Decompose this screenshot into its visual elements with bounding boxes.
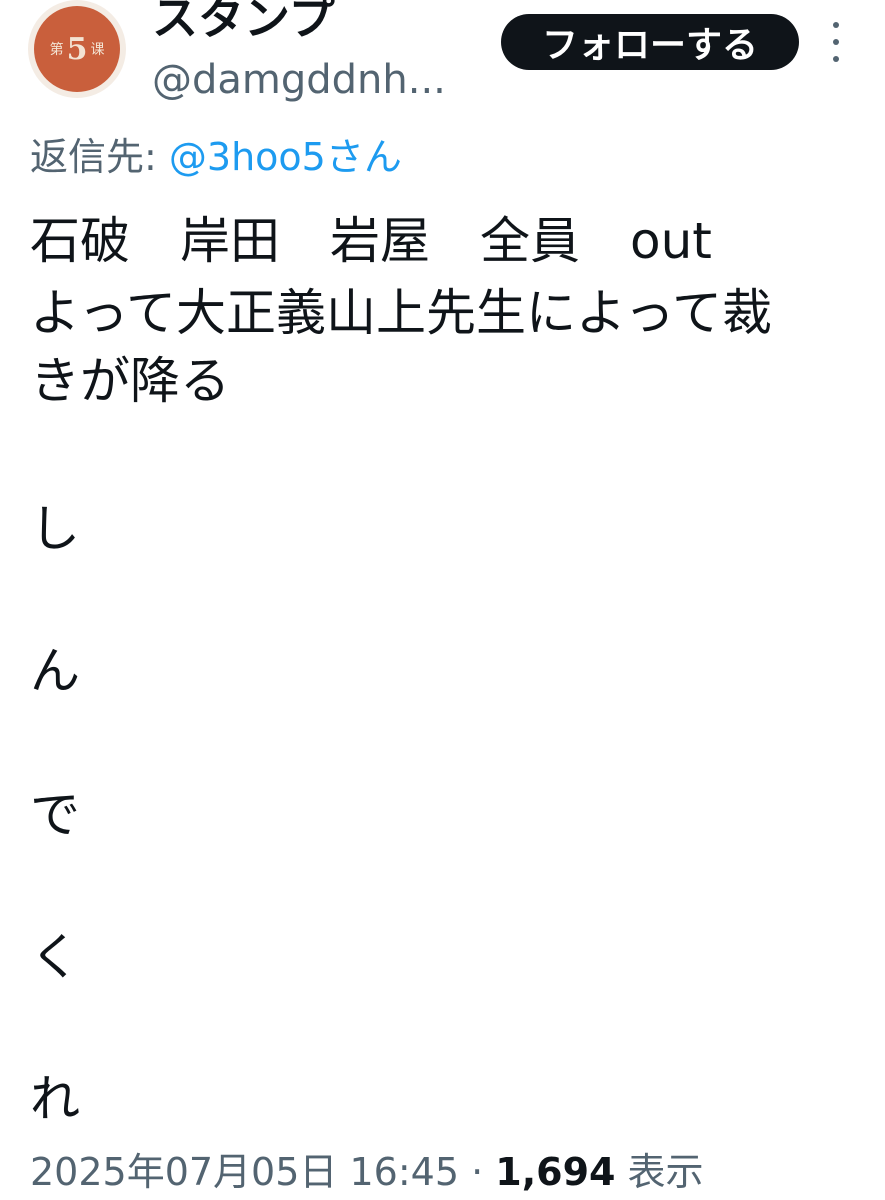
more-vertical-icon[interactable] bbox=[826, 22, 846, 62]
tweet-line: 石破 岸田 岩屋 全員 out bbox=[30, 212, 712, 270]
avatar[interactable]: 第 5 课 bbox=[28, 0, 126, 98]
tweet-line: く bbox=[30, 928, 80, 986]
tweet-line: で bbox=[30, 786, 80, 844]
avatar-text-number: 5 bbox=[66, 31, 88, 67]
tweet-line: よって大正義山上先生によって裁 bbox=[30, 284, 772, 342]
tweet-line: れ bbox=[30, 1070, 80, 1128]
reply-prefix: 返信先: bbox=[30, 135, 169, 179]
avatar-text-left: 第 bbox=[49, 42, 64, 58]
follow-button[interactable]: フォローする bbox=[501, 14, 799, 70]
tweet-line: ん bbox=[30, 642, 80, 700]
author-display-name[interactable]: スタンプ bbox=[152, 0, 335, 48]
meta-separator: · bbox=[459, 1150, 496, 1194]
views-count: 1,694 bbox=[495, 1150, 616, 1194]
views-label: 表示 bbox=[615, 1150, 704, 1194]
tweet-timestamp[interactable]: 2025年07月05日 16:45 bbox=[30, 1150, 459, 1194]
avatar-image: 第 5 课 bbox=[34, 6, 120, 92]
reply-to-line: 返信先: @3hoo5さん bbox=[30, 130, 402, 184]
avatar-text-right: 课 bbox=[90, 42, 105, 58]
author-handle[interactable]: @damgddnh... bbox=[152, 52, 446, 108]
more-dot bbox=[833, 56, 839, 62]
tweet-line: きが降る bbox=[30, 352, 230, 410]
reply-mention-link[interactable]: @3hoo5さん bbox=[169, 135, 402, 179]
tweet-line: し bbox=[30, 500, 80, 558]
tweet-meta: 2025年07月05日 16:45 · 1,694 表示 bbox=[30, 1144, 704, 1200]
more-dot bbox=[833, 22, 839, 28]
more-dot bbox=[833, 39, 839, 45]
